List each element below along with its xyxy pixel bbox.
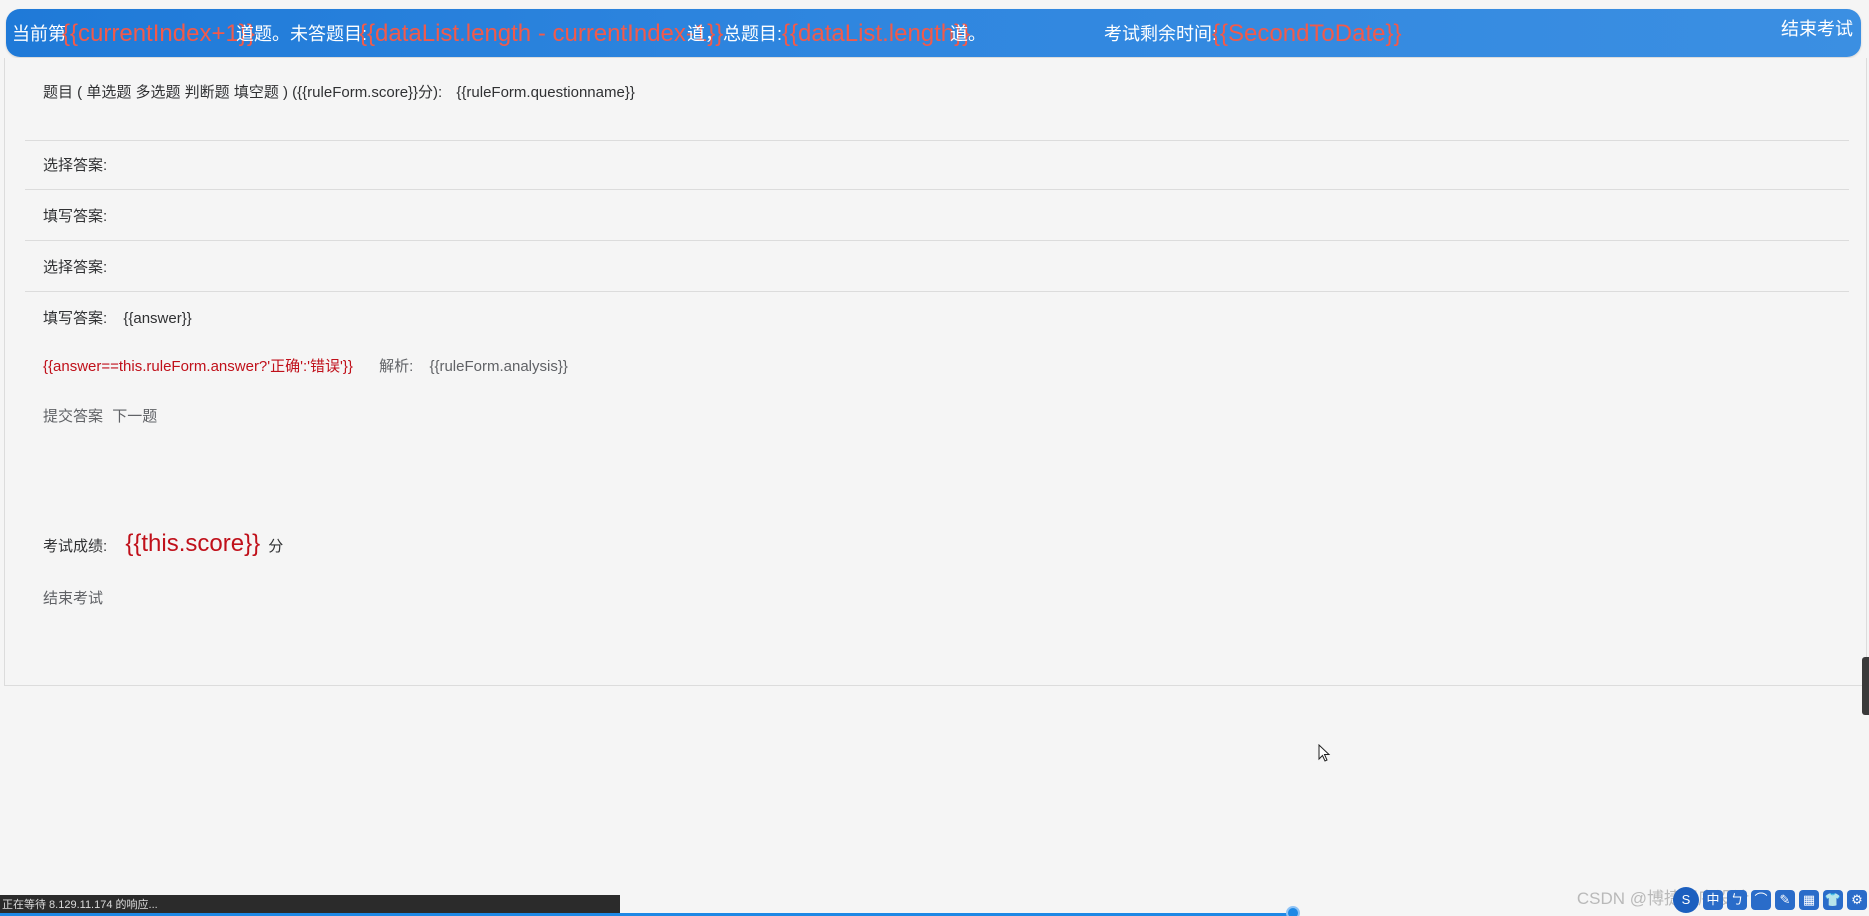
- fill-answer-row-1: 填写答案:: [25, 189, 1849, 241]
- timer-value: {{SecondToDate}}: [1212, 20, 1402, 47]
- question-row: 题目 ( 单选题 多选题 判断题 填空题 ) ({{ruleForm.score…: [25, 80, 1849, 141]
- fill-answer-value: {{answer}}: [123, 310, 192, 327]
- unanswered-value: {{dataList.length - currentIndex-1}}: [359, 20, 724, 47]
- exam-header-bar: 当前第 {{currentIndex+1}} 道题。未答题目: {{dataLi…: [6, 9, 1861, 57]
- action-row: 提交答案 下一题: [25, 392, 1849, 442]
- question-name: {{ruleForm.questionname}}: [456, 84, 635, 101]
- total-suffix: 道。: [950, 24, 986, 44]
- submit-answer-button[interactable]: 提交答案: [43, 408, 103, 425]
- choose-answer-row-1: 选择答案:: [25, 138, 1849, 190]
- score-value: {{this.score}}: [125, 530, 261, 557]
- tray-icon-2[interactable]: ㄅ: [1727, 890, 1747, 910]
- exam-page: 当前第 {{currentIndex+1}} 道题。未答题目: {{dataLi…: [0, 0, 1869, 916]
- analysis-value: {{ruleForm.analysis}}: [429, 358, 568, 375]
- timer-label: 考试剩余时间:: [1104, 24, 1218, 44]
- system-tray: S 中 ㄅ ⌒ ✎ ▦ 👕 ⚙: [1673, 887, 1867, 913]
- end-exam-header-button[interactable]: 结束考试: [1781, 9, 1853, 49]
- tray-icon-3[interactable]: ⌒: [1751, 890, 1771, 910]
- question-card: 题目 ( 单选题 多选题 判断题 填空题 ) ({{ruleForm.score…: [4, 58, 1867, 686]
- tray-icon-6[interactable]: 👕: [1823, 890, 1843, 910]
- tray-icon-5[interactable]: ▦: [1799, 890, 1819, 910]
- result-row: {{answer==this.ruleForm.answer?'正确':'错误'…: [25, 342, 1849, 392]
- fill-answer-label-1: 填写答案:: [43, 208, 108, 225]
- score-unit: 分: [268, 538, 284, 555]
- total-label: 道，总题目:: [687, 24, 783, 44]
- current-index-prefix: 当前第: [12, 24, 66, 44]
- current-index-value: {{currentIndex+1}}: [62, 20, 255, 47]
- choose-answer-label-2: 选择答案:: [43, 259, 108, 276]
- choose-answer-row-2: 选择答案:: [25, 240, 1849, 292]
- input-method-logo-icon[interactable]: S: [1673, 887, 1699, 913]
- unanswered-label: 道题。未答题目:: [236, 24, 368, 44]
- score-row: 考试成绩: {{this.score}} 分: [25, 524, 1849, 564]
- end-exam-row: 结束考试: [25, 579, 1849, 619]
- next-question-button[interactable]: 下一题: [112, 408, 157, 425]
- tray-icon-1[interactable]: 中: [1703, 890, 1723, 910]
- loading-progress-dot: [1286, 906, 1300, 916]
- fill-answer-label-2: 填写答案:: [43, 310, 108, 327]
- mouse-pointer-icon: [1318, 744, 1331, 762]
- status-text: 正在等待 8.129.11.174 的响应...: [2, 899, 158, 911]
- tray-icon-4[interactable]: ✎: [1775, 890, 1795, 910]
- score-label: 考试成绩:: [43, 538, 108, 555]
- settings-icon[interactable]: ⚙: [1847, 890, 1867, 910]
- total-value: {{dataList.length}}: [782, 20, 971, 47]
- question-title: 题目 ( 单选题 多选题 判断题 填空题 ) ({{ruleForm.score…: [43, 84, 443, 101]
- analysis-label: 解析:: [379, 358, 414, 375]
- end-exam-button[interactable]: 结束考试: [43, 590, 103, 607]
- fill-answer-row-2: 填写答案: {{answer}}: [25, 291, 1849, 341]
- choose-answer-label-1: 选择答案:: [43, 157, 108, 174]
- judge-result: {{answer==this.ruleForm.answer?'正确':'错误'…: [43, 358, 353, 375]
- side-drawer-handle[interactable]: [1862, 657, 1869, 715]
